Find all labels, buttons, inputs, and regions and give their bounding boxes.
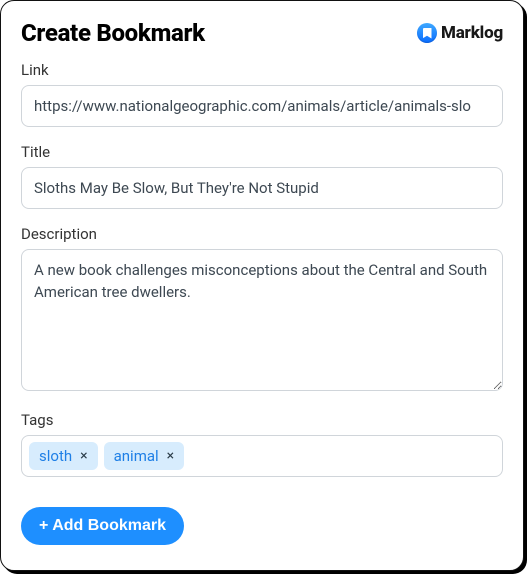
tag-label: sloth: [39, 447, 72, 465]
tag-animal[interactable]: animal ×: [104, 442, 185, 470]
link-label: Link: [21, 61, 503, 79]
bookmark-logo-icon: [417, 23, 437, 43]
description-label: Description: [21, 225, 503, 243]
tag-label: animal: [114, 447, 159, 465]
create-bookmark-card: Create Bookmark Marklog Link Title Descr…: [0, 0, 524, 571]
link-field: Link: [21, 61, 503, 127]
title-label: Title: [21, 143, 503, 161]
description-field: Description A new book challenges miscon…: [21, 225, 503, 395]
title-field: Title: [21, 143, 503, 209]
description-input[interactable]: A new book challenges misconceptions abo…: [21, 249, 503, 391]
tag-sloth[interactable]: sloth ×: [29, 442, 98, 470]
tags-field: Tags sloth × animal ×: [21, 411, 503, 477]
link-input[interactable]: [21, 85, 503, 127]
brand-name: Marklog: [441, 23, 503, 43]
tags-input[interactable]: sloth × animal ×: [21, 435, 503, 477]
add-bookmark-button[interactable]: + Add Bookmark: [21, 507, 184, 545]
remove-tag-icon[interactable]: ×: [165, 449, 176, 463]
remove-tag-icon[interactable]: ×: [78, 449, 89, 463]
tags-label: Tags: [21, 411, 503, 429]
title-input[interactable]: [21, 167, 503, 209]
page-title: Create Bookmark: [21, 19, 205, 47]
header: Create Bookmark Marklog: [21, 19, 503, 47]
brand: Marklog: [417, 23, 503, 43]
